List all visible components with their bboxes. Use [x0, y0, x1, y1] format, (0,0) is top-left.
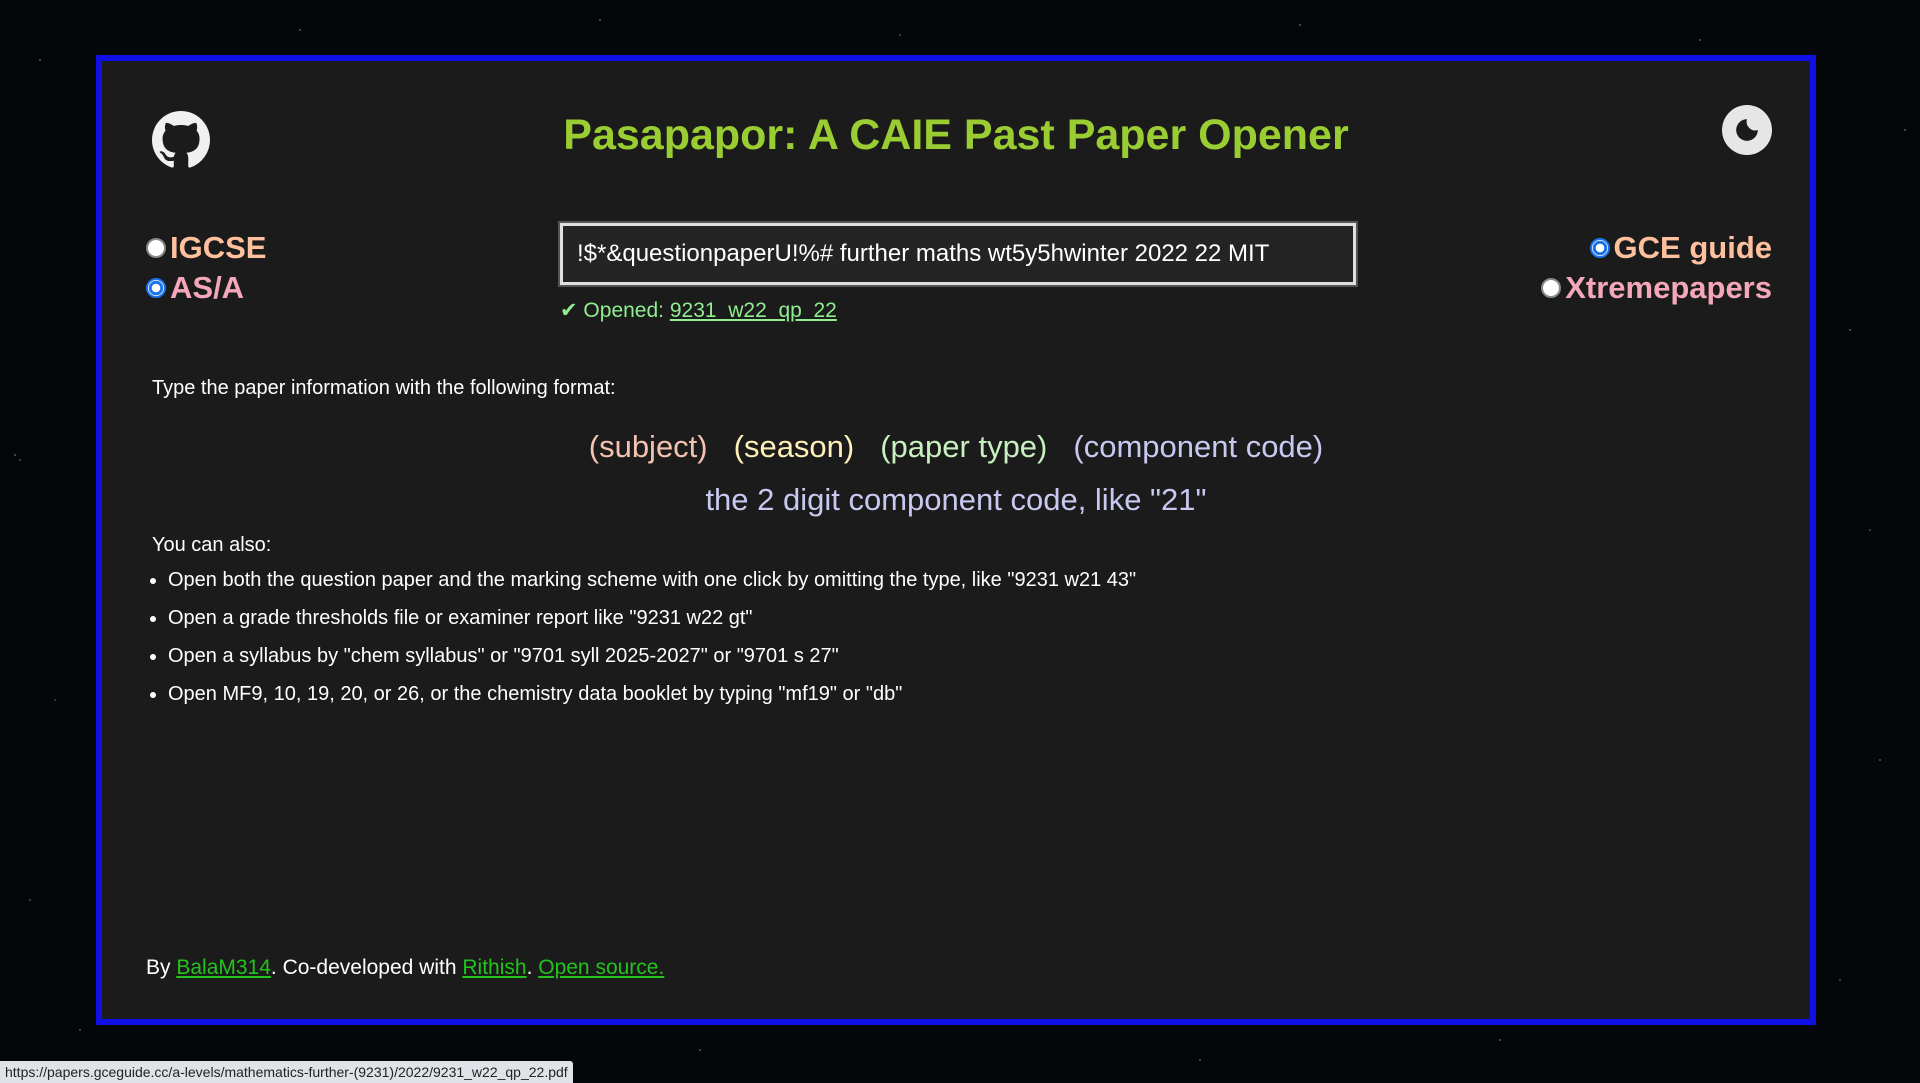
footer: By BalaM314. Co-developed with Rithish. … [146, 956, 664, 980]
component-hint: the 2 digit component code, like "21" [705, 482, 1207, 517]
moon-icon [1736, 119, 1758, 141]
footer-codev: . Co-developed with [270, 956, 463, 979]
browser-status-url: https://papers.gceguide.cc/a-levels/math… [0, 1061, 573, 1083]
list-item: Open a grade thresholds file or examiner… [168, 607, 1136, 630]
level-option-igcse[interactable]: IGCSE [146, 230, 266, 266]
status-message: ✔ Opened: 9231_w22_qp_22 [560, 298, 837, 323]
source-radio-group: GCE guide Xtremepapers [1541, 230, 1772, 306]
author-link[interactable]: BalaM314 [176, 956, 271, 979]
paper-search-input[interactable] [558, 221, 1358, 287]
page-title: Pasapapor: A CAIE Past Paper Opener [563, 111, 1349, 159]
radio-asa[interactable] [146, 278, 166, 298]
open-source-link[interactable]: Open source. [538, 956, 664, 979]
opened-paper-link[interactable]: 9231_w22_qp_22 [670, 299, 837, 322]
format-season: (season) [733, 429, 855, 464]
source-option-xtremepapers[interactable]: Xtremepapers [1541, 270, 1772, 306]
footer-by: By [146, 956, 177, 979]
coauthor-link[interactable]: Rithish [462, 956, 526, 979]
source-label-gceguide: GCE guide [1613, 230, 1772, 265]
format-component: (component code) [1073, 429, 1324, 464]
level-label-igcse: IGCSE [170, 230, 267, 265]
also-heading: You can also: [152, 534, 272, 556]
radio-igcse[interactable] [146, 238, 166, 258]
main-panel: Pasapapor: A CAIE Past Paper Opener IGCS… [96, 55, 1816, 1025]
format-paper-type: (paper type) [880, 429, 1048, 464]
status-prefix: ✔ Opened: [560, 299, 670, 322]
level-radio-group: IGCSE AS/A [146, 230, 266, 306]
radio-xtremepapers[interactable] [1541, 278, 1562, 298]
tips-list: Open both the question paper and the mar… [132, 569, 1136, 721]
theme-toggle-button[interactable] [1722, 105, 1772, 155]
format-intro: Type the paper information with the foll… [152, 377, 616, 399]
list-item: Open both the question paper and the mar… [168, 569, 1136, 592]
list-item: Open MF9, 10, 19, 20, or 26, or the chem… [168, 683, 1136, 706]
level-option-asa[interactable]: AS/A [146, 270, 266, 306]
radio-gceguide[interactable] [1589, 238, 1610, 258]
list-item: Open a syllabus by "chem syllabus" or "9… [168, 645, 1136, 668]
level-label-asa: AS/A [170, 270, 245, 305]
source-option-gceguide[interactable]: GCE guide [1589, 230, 1772, 266]
format-template: (subject) (season) (paper type) (component … [102, 429, 1810, 465]
footer-sep: . [526, 956, 539, 979]
format-subject: (subject) [588, 429, 708, 464]
source-label-xtremepapers: Xtremepapers [1565, 270, 1772, 305]
